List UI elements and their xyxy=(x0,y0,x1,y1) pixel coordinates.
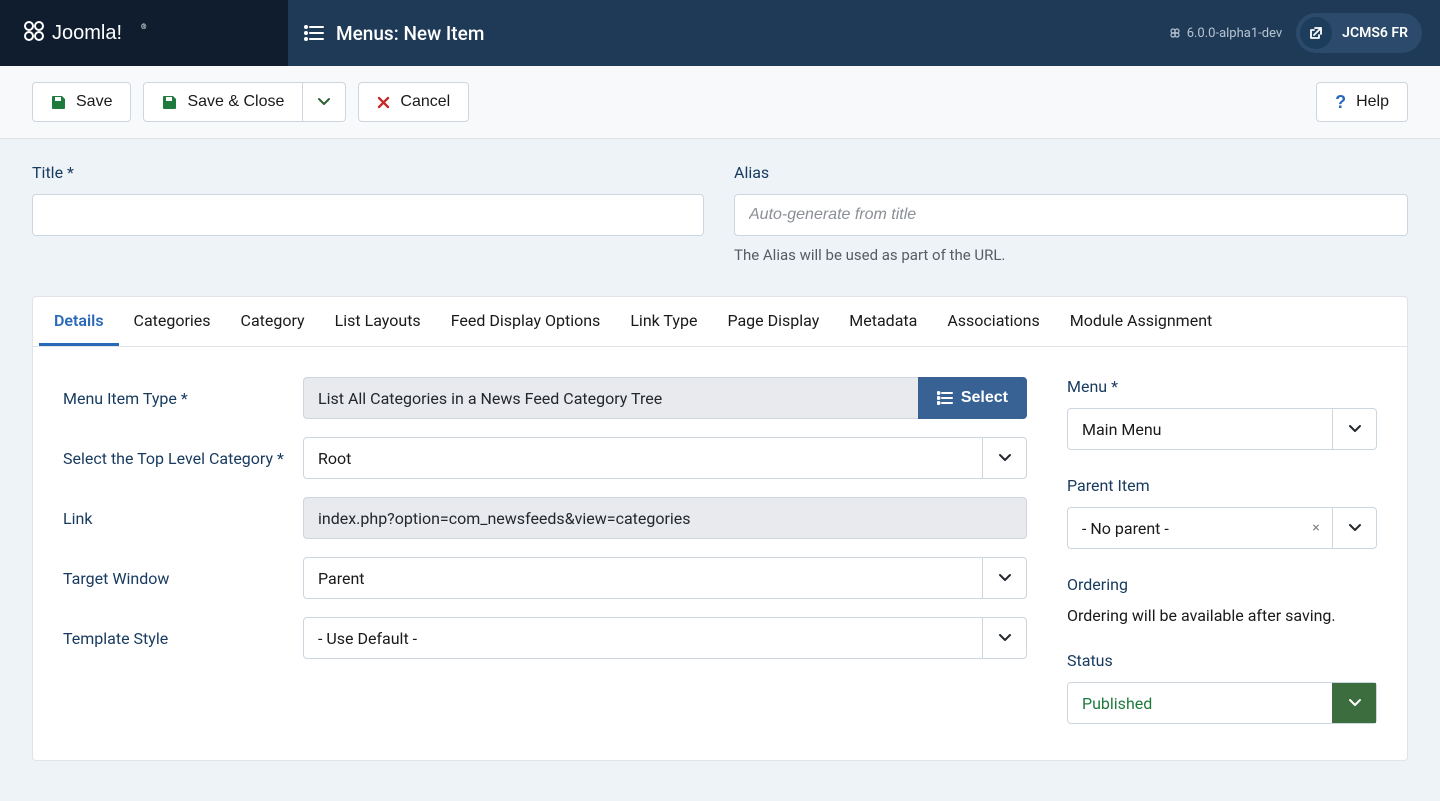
parent-item-select[interactable]: - No parent - × xyxy=(1067,507,1377,549)
save-label: Save xyxy=(76,93,112,111)
row-link: Link index.php?option=com_newsfeeds&view… xyxy=(63,497,1027,539)
tabs-card: Details Categories Category List Layouts… xyxy=(32,296,1408,761)
list-icon xyxy=(304,25,324,41)
help-icon: ? xyxy=(1335,92,1346,113)
chevron-down-icon xyxy=(982,618,1026,658)
tab-categories[interactable]: Categories xyxy=(119,297,226,346)
tabs-bar: Details Categories Category List Layouts… xyxy=(33,297,1407,347)
parent-item-value: - No parent - xyxy=(1068,519,1300,538)
external-link-icon xyxy=(1300,17,1332,49)
svg-text:®: ® xyxy=(141,23,147,31)
save-close-group: Save & Close xyxy=(143,82,346,122)
close-icon xyxy=(377,96,390,109)
title-alias-row: Title * Alias The Alias will be used as … xyxy=(32,163,1408,264)
form-body: Menu Item Type * List All Categories in … xyxy=(33,347,1407,760)
title-label: Title * xyxy=(32,163,704,182)
tab-page-display[interactable]: Page Display xyxy=(712,297,834,346)
template-style-select[interactable]: - Use Default - xyxy=(303,617,1027,659)
menu-item-type-value: List All Categories in a News Feed Categ… xyxy=(303,377,918,419)
row-top-level-category: Select the Top Level Category * Root xyxy=(63,437,1027,479)
tab-feed-display[interactable]: Feed Display Options xyxy=(436,297,616,346)
select-btn-label: Select xyxy=(961,389,1008,407)
top-level-category-value: Root xyxy=(304,449,982,468)
alias-input[interactable] xyxy=(734,194,1408,236)
cancel-label: Cancel xyxy=(400,93,450,111)
label-menu: Menu * xyxy=(1067,377,1377,396)
app-header: Joomla! ® Menus: New Item 6.0.0-alpha1-d… xyxy=(0,0,1440,66)
link-value: index.php?option=com_newsfeeds&view=cate… xyxy=(303,497,1027,539)
target-window-value: Parent xyxy=(304,569,982,588)
cancel-button[interactable]: Cancel xyxy=(358,82,469,122)
alias-field: Alias The Alias will be used as part of … xyxy=(734,163,1408,264)
content-area: Title * Alias The Alias will be used as … xyxy=(0,139,1440,801)
joomla-icon xyxy=(1169,27,1181,39)
alias-label: Alias xyxy=(734,163,1408,182)
save-button[interactable]: Save xyxy=(32,82,131,122)
save-dropdown-button[interactable] xyxy=(303,82,346,122)
chevron-down-icon xyxy=(982,438,1026,478)
tab-associations[interactable]: Associations xyxy=(932,297,1054,346)
top-level-category-select[interactable]: Root xyxy=(303,437,1027,479)
header-right: 6.0.0-alpha1-dev JCMS6 FR xyxy=(1159,0,1440,66)
form-main-column: Menu Item Type * List All Categories in … xyxy=(63,377,1027,750)
site-link-badge[interactable]: JCMS6 FR xyxy=(1296,13,1422,53)
label-menu-item-type: Menu Item Type * xyxy=(63,389,303,408)
clear-icon[interactable]: × xyxy=(1300,508,1332,548)
title-field: Title * xyxy=(32,163,704,236)
help-button[interactable]: ? Help xyxy=(1316,82,1408,122)
save-icon xyxy=(51,95,66,110)
tab-list-layouts[interactable]: List Layouts xyxy=(320,297,436,346)
chevron-down-icon xyxy=(1332,409,1376,449)
help-label: Help xyxy=(1356,93,1389,111)
template-style-value: - Use Default - xyxy=(304,629,982,648)
brand-logo[interactable]: Joomla! ® xyxy=(0,0,288,66)
tab-category[interactable]: Category xyxy=(226,297,320,346)
title-input[interactable] xyxy=(32,194,704,236)
target-window-select[interactable]: Parent xyxy=(303,557,1027,599)
tab-module-assignment[interactable]: Module Assignment xyxy=(1055,297,1228,346)
select-menu-item-type-button[interactable]: Select xyxy=(918,377,1027,419)
status-value: Published xyxy=(1068,694,1332,713)
label-ordering: Ordering xyxy=(1067,575,1377,594)
version-badge[interactable]: 6.0.0-alpha1-dev xyxy=(1169,26,1282,41)
side-parent-item: Parent Item - No parent - × xyxy=(1067,476,1377,549)
chevron-down-icon xyxy=(982,558,1026,598)
side-status: Status Published xyxy=(1067,651,1377,724)
chevron-down-icon xyxy=(1332,508,1376,548)
tab-details[interactable]: Details xyxy=(39,297,119,346)
brand-text: Joomla! xyxy=(52,22,122,44)
label-parent-item: Parent Item xyxy=(1067,476,1377,495)
side-menu: Menu * Main Menu xyxy=(1067,377,1377,450)
chevron-down-icon xyxy=(1332,683,1376,723)
menu-select[interactable]: Main Menu xyxy=(1067,408,1377,450)
site-badge-text: JCMS6 FR xyxy=(1342,25,1408,41)
page-title-text: Menus: New Item xyxy=(336,22,484,45)
side-ordering: Ordering Ordering will be available afte… xyxy=(1067,575,1377,625)
row-template-style: Template Style - Use Default - xyxy=(63,617,1027,659)
row-target-window: Target Window Parent xyxy=(63,557,1027,599)
ordering-text: Ordering will be available after saving. xyxy=(1067,606,1377,625)
label-top-level-category: Select the Top Level Category * xyxy=(63,449,303,468)
form-side-column: Menu * Main Menu Parent Item - No parent… xyxy=(1067,377,1377,750)
save-icon xyxy=(162,95,177,110)
label-template-style: Template Style xyxy=(63,629,303,648)
tab-link-type[interactable]: Link Type xyxy=(615,297,712,346)
version-text: 6.0.0-alpha1-dev xyxy=(1187,26,1282,41)
alias-help: The Alias will be used as part of the UR… xyxy=(734,246,1408,264)
chevron-down-icon xyxy=(317,97,331,107)
label-link: Link xyxy=(63,509,303,528)
menu-value: Main Menu xyxy=(1068,420,1332,439)
row-menu-item-type: Menu Item Type * List All Categories in … xyxy=(63,377,1027,419)
page-title: Menus: New Item xyxy=(288,0,1159,66)
list-icon xyxy=(937,391,953,405)
label-target-window: Target Window xyxy=(63,569,303,588)
tab-metadata[interactable]: Metadata xyxy=(834,297,932,346)
save-close-button[interactable]: Save & Close xyxy=(143,82,303,122)
label-status: Status xyxy=(1067,651,1377,670)
save-close-label: Save & Close xyxy=(187,93,284,111)
toolbar: Save Save & Close Cancel ? Help xyxy=(0,66,1440,139)
status-select[interactable]: Published xyxy=(1067,682,1377,724)
